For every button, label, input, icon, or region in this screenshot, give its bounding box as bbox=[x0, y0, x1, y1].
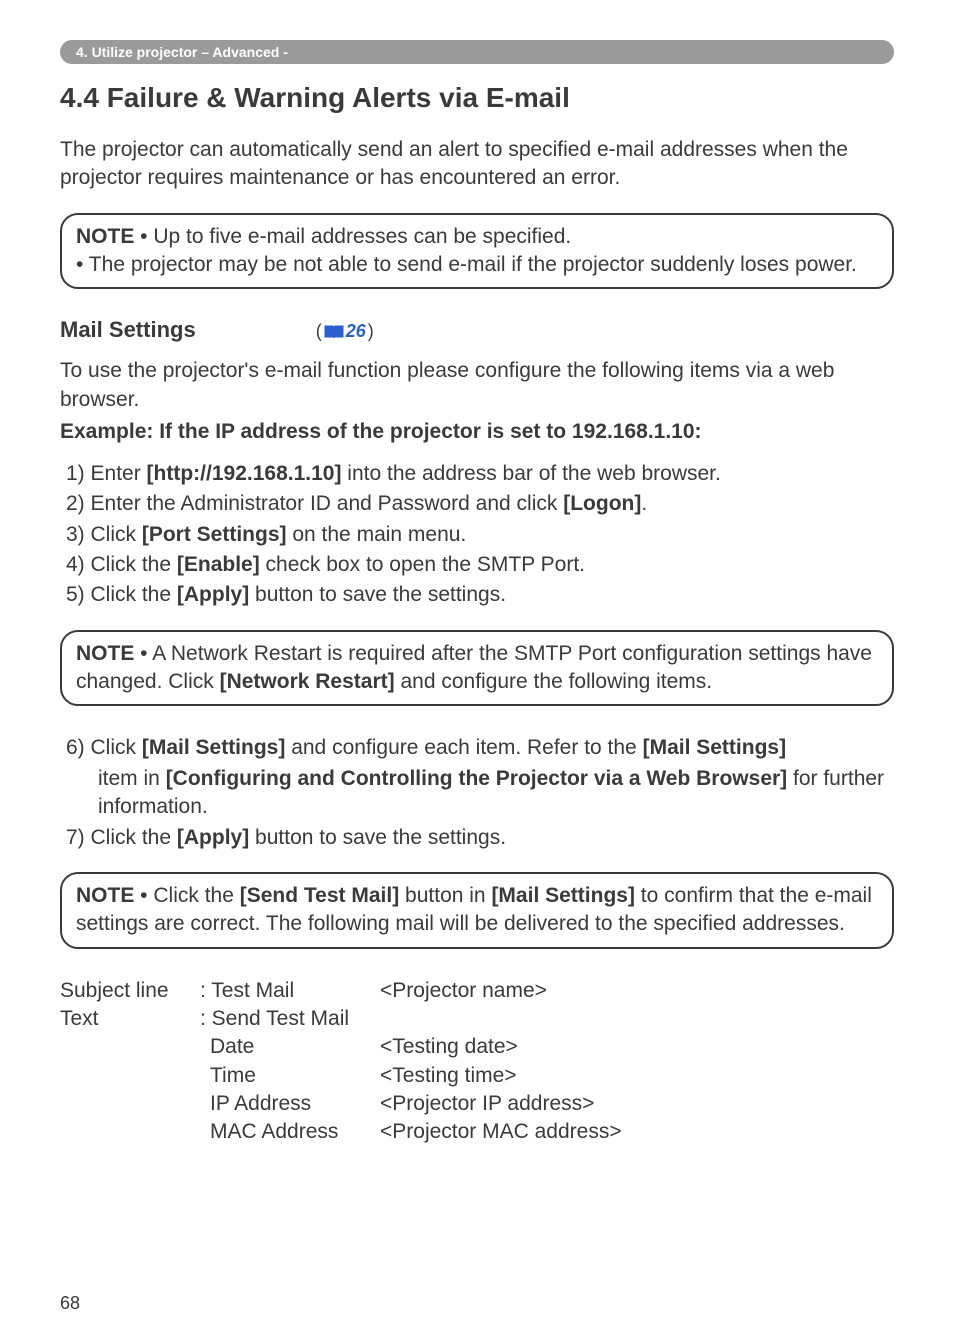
table-cell bbox=[60, 1062, 200, 1090]
step-4: 4) Click the [Enable] check box to open … bbox=[66, 551, 894, 579]
table-cell: <Projector MAC address> bbox=[380, 1118, 894, 1146]
note-label: NOTE bbox=[76, 642, 134, 665]
step-text: item in bbox=[98, 767, 166, 790]
table-cell: Text bbox=[60, 1005, 200, 1033]
step-text: 5) Click the bbox=[66, 583, 177, 606]
step-text: 2) Enter the Administrator ID and Passwo… bbox=[66, 492, 563, 515]
table-cell: : Send Test Mail bbox=[200, 1005, 380, 1033]
subsection-heading: Mail Settings ( 26 ) bbox=[60, 317, 894, 343]
page-number: 68 bbox=[60, 1293, 80, 1314]
intro-paragraph: The projector can automatically send an … bbox=[60, 136, 894, 193]
subsection-intro: To use the projector's e-mail function p… bbox=[60, 357, 894, 414]
note-bold: [Network Restart] bbox=[220, 670, 395, 693]
step-bold: [Apply] bbox=[177, 583, 249, 606]
step-1: 1) Enter [http://192.168.1.10] into the … bbox=[66, 460, 894, 488]
table-cell: Subject line bbox=[60, 977, 200, 1005]
note-box-3: NOTE • Click the [Send Test Mail] button… bbox=[60, 872, 894, 949]
table-cell: Date bbox=[200, 1033, 380, 1061]
step-bold: [Apply] bbox=[177, 826, 249, 849]
table-cell bbox=[60, 1118, 200, 1146]
step-bold: [Logon] bbox=[563, 492, 641, 515]
step-text: on the main menu. bbox=[287, 523, 467, 546]
step-text: . bbox=[641, 492, 647, 515]
step-5: 5) Click the [Apply] button to save the … bbox=[66, 581, 894, 609]
step-6: 6) Click [Mail Settings] and configure e… bbox=[66, 734, 894, 762]
step-3: 3) Click [Port Settings] on the main men… bbox=[66, 521, 894, 549]
note-bold: [Mail Settings] bbox=[491, 884, 635, 907]
book-icon bbox=[324, 325, 344, 339]
step-text: 3) Click bbox=[66, 523, 142, 546]
table-cell: IP Address bbox=[200, 1090, 380, 1118]
step-text: 6) Click bbox=[66, 736, 142, 759]
table-cell bbox=[60, 1033, 200, 1061]
step-bold: [Enable] bbox=[177, 553, 260, 576]
step-list-1: 1) Enter [http://192.168.1.10] into the … bbox=[60, 460, 894, 610]
table-cell: <Testing time> bbox=[380, 1062, 894, 1090]
note-box-1: NOTE • Up to five e-mail addresses can b… bbox=[60, 213, 894, 290]
subsection-title: Mail Settings bbox=[60, 317, 196, 343]
note-text: • Up to five e-mail addresses can be spe… bbox=[134, 225, 571, 248]
step-text: check box to open the SMTP Port. bbox=[260, 553, 585, 576]
paren-close: ) bbox=[368, 321, 374, 342]
step-bold: [http://192.168.1.10] bbox=[147, 462, 342, 485]
step-text: button to save the settings. bbox=[249, 826, 506, 849]
step-bold: [Mail Settings] bbox=[142, 736, 286, 759]
table-cell: <Projector IP address> bbox=[380, 1090, 894, 1118]
step-7: 7) Click the [Apply] button to save the … bbox=[66, 824, 894, 852]
step-bold: [Mail Settings] bbox=[643, 736, 787, 759]
table-cell bbox=[380, 1005, 894, 1033]
step-bold: [Port Settings] bbox=[142, 523, 287, 546]
table-cell bbox=[60, 1090, 200, 1118]
paren-open: ( bbox=[316, 321, 322, 342]
step-text: and configure each item. Refer to the bbox=[285, 736, 642, 759]
step-bold: [Configuring and Controlling the Project… bbox=[166, 767, 787, 790]
step-text: into the address bar of the web browser. bbox=[341, 462, 720, 485]
step-text: 7) Click the bbox=[66, 826, 177, 849]
page-reference: ( 26 ) bbox=[316, 321, 374, 342]
step-text: 1) Enter bbox=[66, 462, 147, 485]
note-text: and configure the following items. bbox=[395, 670, 713, 693]
note-box-2: NOTE • A Network Restart is required aft… bbox=[60, 630, 894, 707]
step-text: button to save the settings. bbox=[249, 583, 506, 606]
table-cell: MAC Address bbox=[200, 1118, 380, 1146]
step-6-cont: item in [Configuring and Controlling the… bbox=[66, 765, 894, 822]
table-cell: <Projector name> bbox=[380, 977, 894, 1005]
note-label: NOTE bbox=[76, 225, 134, 248]
note-label: NOTE bbox=[76, 884, 134, 907]
section-heading: 4.4 Failure & Warning Alerts via E-mail bbox=[60, 82, 894, 114]
note-text: • The projector may be not able to send … bbox=[76, 253, 857, 276]
note-text: button in bbox=[399, 884, 491, 907]
mail-example-table: Subject line : Test Mail <Projector name… bbox=[60, 977, 894, 1147]
table-cell: Time bbox=[200, 1062, 380, 1090]
table-cell: <Testing date> bbox=[380, 1033, 894, 1061]
step-list-2: 6) Click [Mail Settings] and configure e… bbox=[60, 734, 894, 851]
page-ref-number: 26 bbox=[346, 321, 366, 342]
table-cell: : Test Mail bbox=[200, 977, 380, 1005]
note-text: • Click the bbox=[134, 884, 239, 907]
breadcrumb: 4. Utilize projector – Advanced - bbox=[60, 40, 894, 64]
step-2: 2) Enter the Administrator ID and Passwo… bbox=[66, 490, 894, 518]
note-bold: [Send Test Mail] bbox=[240, 884, 399, 907]
step-text: 4) Click the bbox=[66, 553, 177, 576]
example-line: Example: If the IP address of the projec… bbox=[60, 420, 894, 444]
